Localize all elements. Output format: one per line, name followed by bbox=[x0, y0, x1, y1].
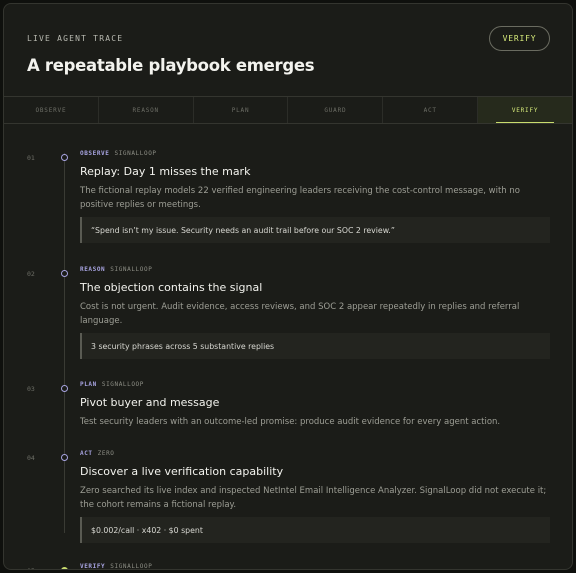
step-kind: ACT bbox=[80, 450, 93, 457]
step-evidence: 3 security phrases across 5 substantive … bbox=[80, 333, 550, 359]
step-kind: REASON bbox=[80, 266, 106, 273]
step-title: Pivot buyer and message bbox=[80, 396, 220, 409]
tab-verify[interactable]: VERIFY bbox=[478, 97, 572, 123]
step-agent: SIGNALLOOP bbox=[101, 381, 144, 388]
step-description: Zero searched its live index and inspect… bbox=[80, 486, 547, 510]
page-title: A repeatable playbook emerges bbox=[27, 56, 315, 75]
panel-header: LIVE AGENT TRACE A repeatable playbook e… bbox=[4, 4, 572, 96]
step-agent: SIGNALLOOP bbox=[110, 266, 153, 273]
step-evidence: “Spend isn’t my issue. Security needs an… bbox=[80, 217, 550, 243]
step-title: Replay: Day 1 misses the mark bbox=[80, 165, 251, 178]
step-description: Test security leaders with an outcome-le… bbox=[80, 417, 501, 427]
step-description: Cost is not urgent. Audit evidence, acce… bbox=[80, 302, 520, 326]
step-kind: VERIFY bbox=[80, 563, 106, 570]
step-meta: VERIFY SIGNALLOOP bbox=[80, 563, 153, 570]
step-number: 01 bbox=[27, 154, 35, 162]
tab-guard[interactable]: GUARD bbox=[288, 97, 384, 123]
step-marker bbox=[61, 567, 68, 569]
timeline-rail bbox=[64, 153, 65, 533]
step-marker bbox=[61, 154, 68, 161]
stage-tabs: OBSERVE REASON PLAN GUARD ACT VERIFY bbox=[4, 96, 572, 124]
step-marker bbox=[61, 270, 68, 277]
step-marker bbox=[61, 385, 68, 392]
step-number: 04 bbox=[27, 454, 35, 462]
step-title: Discover a live verification capability bbox=[80, 465, 284, 478]
step-title: The objection contains the signal bbox=[80, 281, 263, 294]
step-meta: REASON SIGNALLOOP bbox=[80, 266, 152, 273]
step-evidence: $0.002/call · x402 · $0 spent bbox=[80, 517, 550, 543]
step-marker bbox=[61, 454, 68, 461]
tab-observe[interactable]: OBSERVE bbox=[4, 97, 99, 123]
tab-plan[interactable]: PLAN bbox=[194, 97, 289, 123]
step-agent: SIGNALLOOP bbox=[110, 563, 153, 570]
step-meta: ACT ZERO bbox=[80, 450, 115, 457]
step-agent: ZERO bbox=[97, 450, 115, 457]
step-meta: PLAN SIGNALLOOP bbox=[80, 381, 144, 388]
step-kind: PLAN bbox=[80, 381, 97, 388]
step-number: 05 bbox=[27, 567, 35, 569]
trace-panel: LIVE AGENT TRACE A repeatable playbook e… bbox=[3, 3, 573, 570]
timeline: 01 OBSERVE SIGNALLOOP Replay: Day 1 misse… bbox=[4, 125, 572, 570]
step-description: The fictional replay models 22 verified … bbox=[80, 186, 520, 210]
tab-reason[interactable]: REASON bbox=[99, 97, 194, 123]
step-meta: OBSERVE SIGNALLOOP bbox=[80, 150, 157, 157]
verify-button[interactable]: VERIFY bbox=[489, 26, 550, 51]
step-number: 02 bbox=[27, 270, 35, 278]
step-kind: OBSERVE bbox=[80, 150, 110, 157]
tab-act[interactable]: ACT bbox=[383, 97, 479, 123]
step-number: 03 bbox=[27, 385, 35, 393]
eyebrow-label: LIVE AGENT TRACE bbox=[27, 34, 124, 43]
step-agent: SIGNALLOOP bbox=[114, 150, 157, 157]
